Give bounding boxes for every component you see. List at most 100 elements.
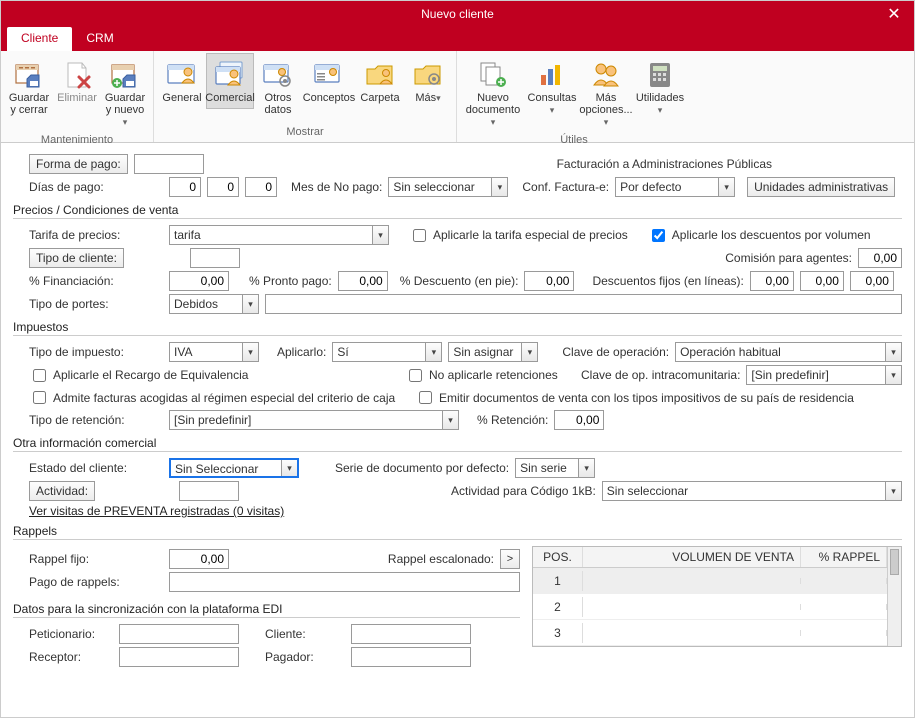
pagador-label: Pagador:	[265, 650, 345, 664]
calculator-icon	[644, 59, 676, 91]
ribbon: Guardary cerrar Eliminar Guardary nuevo …	[1, 51, 914, 143]
actividad-1kb-select[interactable]: Sin seleccionar▾	[602, 481, 902, 501]
mes-no-pago-select[interactable]: Sin seleccionar▾	[388, 177, 508, 197]
comision-input[interactable]	[858, 248, 902, 268]
chevron-down-icon: ▾	[242, 295, 258, 313]
conceptos-button[interactable]: Conceptos	[302, 53, 356, 109]
folder-person-icon	[364, 59, 396, 91]
rappel-escalonado-button[interactable]: >	[500, 549, 520, 569]
mas-opciones-button[interactable]: Másopciones... ▾	[579, 53, 633, 133]
label: Más	[596, 92, 617, 104]
ribbon-group-label: Mostrar	[286, 125, 323, 140]
peticionario-input[interactable]	[119, 624, 239, 644]
criterio-caja-checkbox[interactable]: Admite facturas acogidas al régimen espe…	[29, 388, 409, 407]
descuentos-volumen-checkbox[interactable]: Aplicarle los descuentos por volumen	[648, 226, 871, 245]
emitir-doc-checkbox[interactable]: Emitir documentos de venta con los tipos…	[415, 388, 854, 407]
tipo-impuesto-select[interactable]: IVA▾	[169, 342, 259, 362]
conf-factura-select[interactable]: Por defecto▾	[615, 177, 735, 197]
close-icon[interactable]: ✕	[874, 1, 914, 27]
utilidades-button[interactable]: Utilidades▾	[633, 53, 687, 121]
no-retenciones-checkbox[interactable]: No aplicarle retenciones	[405, 366, 575, 385]
tab-cliente[interactable]: Cliente	[7, 27, 72, 51]
tipo-portes-note-input[interactable]	[265, 294, 902, 314]
comercial-button[interactable]: Comercial	[206, 53, 254, 109]
consultas-button[interactable]: Consultas▾	[525, 53, 579, 121]
receptor-label: Receptor:	[13, 650, 113, 664]
preventa-link[interactable]: Ver visitas de PREVENTA registradas (0 v…	[13, 504, 284, 518]
label: Comercial	[205, 92, 255, 104]
clave-op-label: Clave de operación:	[562, 345, 669, 359]
save-close-button[interactable]: Guardary cerrar	[5, 53, 53, 121]
label: Eliminar	[57, 92, 97, 104]
chevron-down-icon: ▾	[281, 460, 297, 476]
actividad-1kb-label: Actividad para Código 1kB:	[451, 484, 596, 498]
nuevo-documento-button[interactable]: Nuevodocumento ▾	[461, 53, 525, 133]
peticionario-label: Peticionario:	[13, 627, 113, 641]
rappel-fijo-input[interactable]	[169, 549, 229, 569]
actividad-input[interactable]	[179, 481, 239, 501]
dias-pago-2-input[interactable]	[207, 177, 239, 197]
tab-crm[interactable]: CRM	[72, 27, 127, 51]
dias-pago-3-input[interactable]	[245, 177, 277, 197]
dias-pago-label: Días de pago:	[13, 180, 163, 194]
delete-button[interactable]: Eliminar	[53, 53, 101, 109]
sin-asignar-select[interactable]: Sin asignar▾	[448, 342, 538, 362]
clave-op-select[interactable]: Operación habitual▾	[675, 342, 902, 362]
otros-datos-button[interactable]: Otrosdatos	[254, 53, 302, 121]
label: Carpeta	[360, 92, 399, 104]
title-bar: Nuevo cliente ✕	[1, 1, 914, 27]
form-area: Forma de pago: Facturación a Administrac…	[1, 143, 914, 717]
chevron-down-icon: ▾	[442, 411, 458, 429]
tipo-cliente-input[interactable]	[190, 248, 240, 268]
desc-fijos-2-input[interactable]	[800, 271, 844, 291]
cliente-edi-label: Cliente:	[265, 627, 345, 641]
tipo-cliente-button[interactable]: Tipo de cliente:	[29, 248, 124, 268]
desc-pie-label: % Descuento (en pie):	[400, 274, 519, 288]
estado-cliente-select[interactable]: Sin Seleccionar▾	[169, 458, 299, 478]
actividad-button[interactable]: Actividad:	[29, 481, 95, 501]
forma-pago-input[interactable]	[134, 154, 204, 174]
chevron-down-icon: ▾	[885, 366, 901, 384]
tarifa-select[interactable]: tarifa▾	[169, 225, 389, 245]
desc-fijos-1-input[interactable]	[750, 271, 794, 291]
tipo-reten-label: Tipo de retención:	[13, 413, 163, 427]
card-gear-icon	[262, 59, 294, 91]
people-icon	[590, 59, 622, 91]
table-row[interactable]: 1	[533, 568, 887, 594]
desc-pie-input[interactable]	[524, 271, 574, 291]
general-button[interactable]: General	[158, 53, 206, 109]
table-row[interactable]: 3	[533, 620, 887, 646]
save-new-button[interactable]: Guardary nuevo ▾	[101, 53, 149, 133]
serie-select[interactable]: Sin serie▾	[515, 458, 595, 478]
pago-rappels-label: Pago de rappels:	[13, 575, 163, 589]
pronto-pago-label: % Pronto pago:	[249, 274, 332, 288]
receptor-input[interactable]	[119, 647, 239, 667]
aplicarlo-select[interactable]: Sí▾	[332, 342, 442, 362]
tipo-portes-select[interactable]: Debidos▾	[169, 294, 259, 314]
financiacion-input[interactable]	[169, 271, 229, 291]
cliente-edi-input[interactable]	[351, 624, 471, 644]
dias-pago-1-input[interactable]	[169, 177, 201, 197]
pago-rappels-input[interactable]	[169, 572, 520, 592]
aplicarlo-label: Aplicarlo:	[277, 345, 326, 359]
clave-intra-select[interactable]: [Sin predefinir]▾	[746, 365, 902, 385]
forma-pago-button[interactable]: Forma de pago:	[29, 154, 128, 174]
label: Conceptos	[303, 92, 356, 104]
label: General	[162, 92, 201, 104]
rappel-table[interactable]: POS. VOLUMEN DE VENTA % RAPPEL 1 2 3	[532, 546, 902, 647]
table-row[interactable]: 2	[533, 594, 887, 620]
tarifa-especial-checkbox[interactable]: Aplicarle la tarifa especial de precios	[409, 226, 628, 245]
clave-intra-label: Clave de op. intracomunitaria:	[581, 368, 740, 382]
mas-button[interactable]: Más▾	[404, 53, 452, 109]
pct-reten-input[interactable]	[554, 410, 604, 430]
scrollbar[interactable]	[887, 547, 901, 646]
tipo-reten-select[interactable]: [Sin predefinir]▾	[169, 410, 459, 430]
carpeta-button[interactable]: Carpeta	[356, 53, 404, 109]
desc-fijos-3-input[interactable]	[850, 271, 894, 291]
rappel-escalonado-label: Rappel escalonado:	[388, 552, 494, 566]
pronto-pago-input[interactable]	[338, 271, 388, 291]
recargo-checkbox[interactable]: Aplicarle el Recargo de Equivalencia	[29, 366, 399, 385]
pagador-input[interactable]	[351, 647, 471, 667]
label: Otros	[265, 92, 292, 104]
unidades-button[interactable]: Unidades administrativas	[747, 177, 895, 197]
